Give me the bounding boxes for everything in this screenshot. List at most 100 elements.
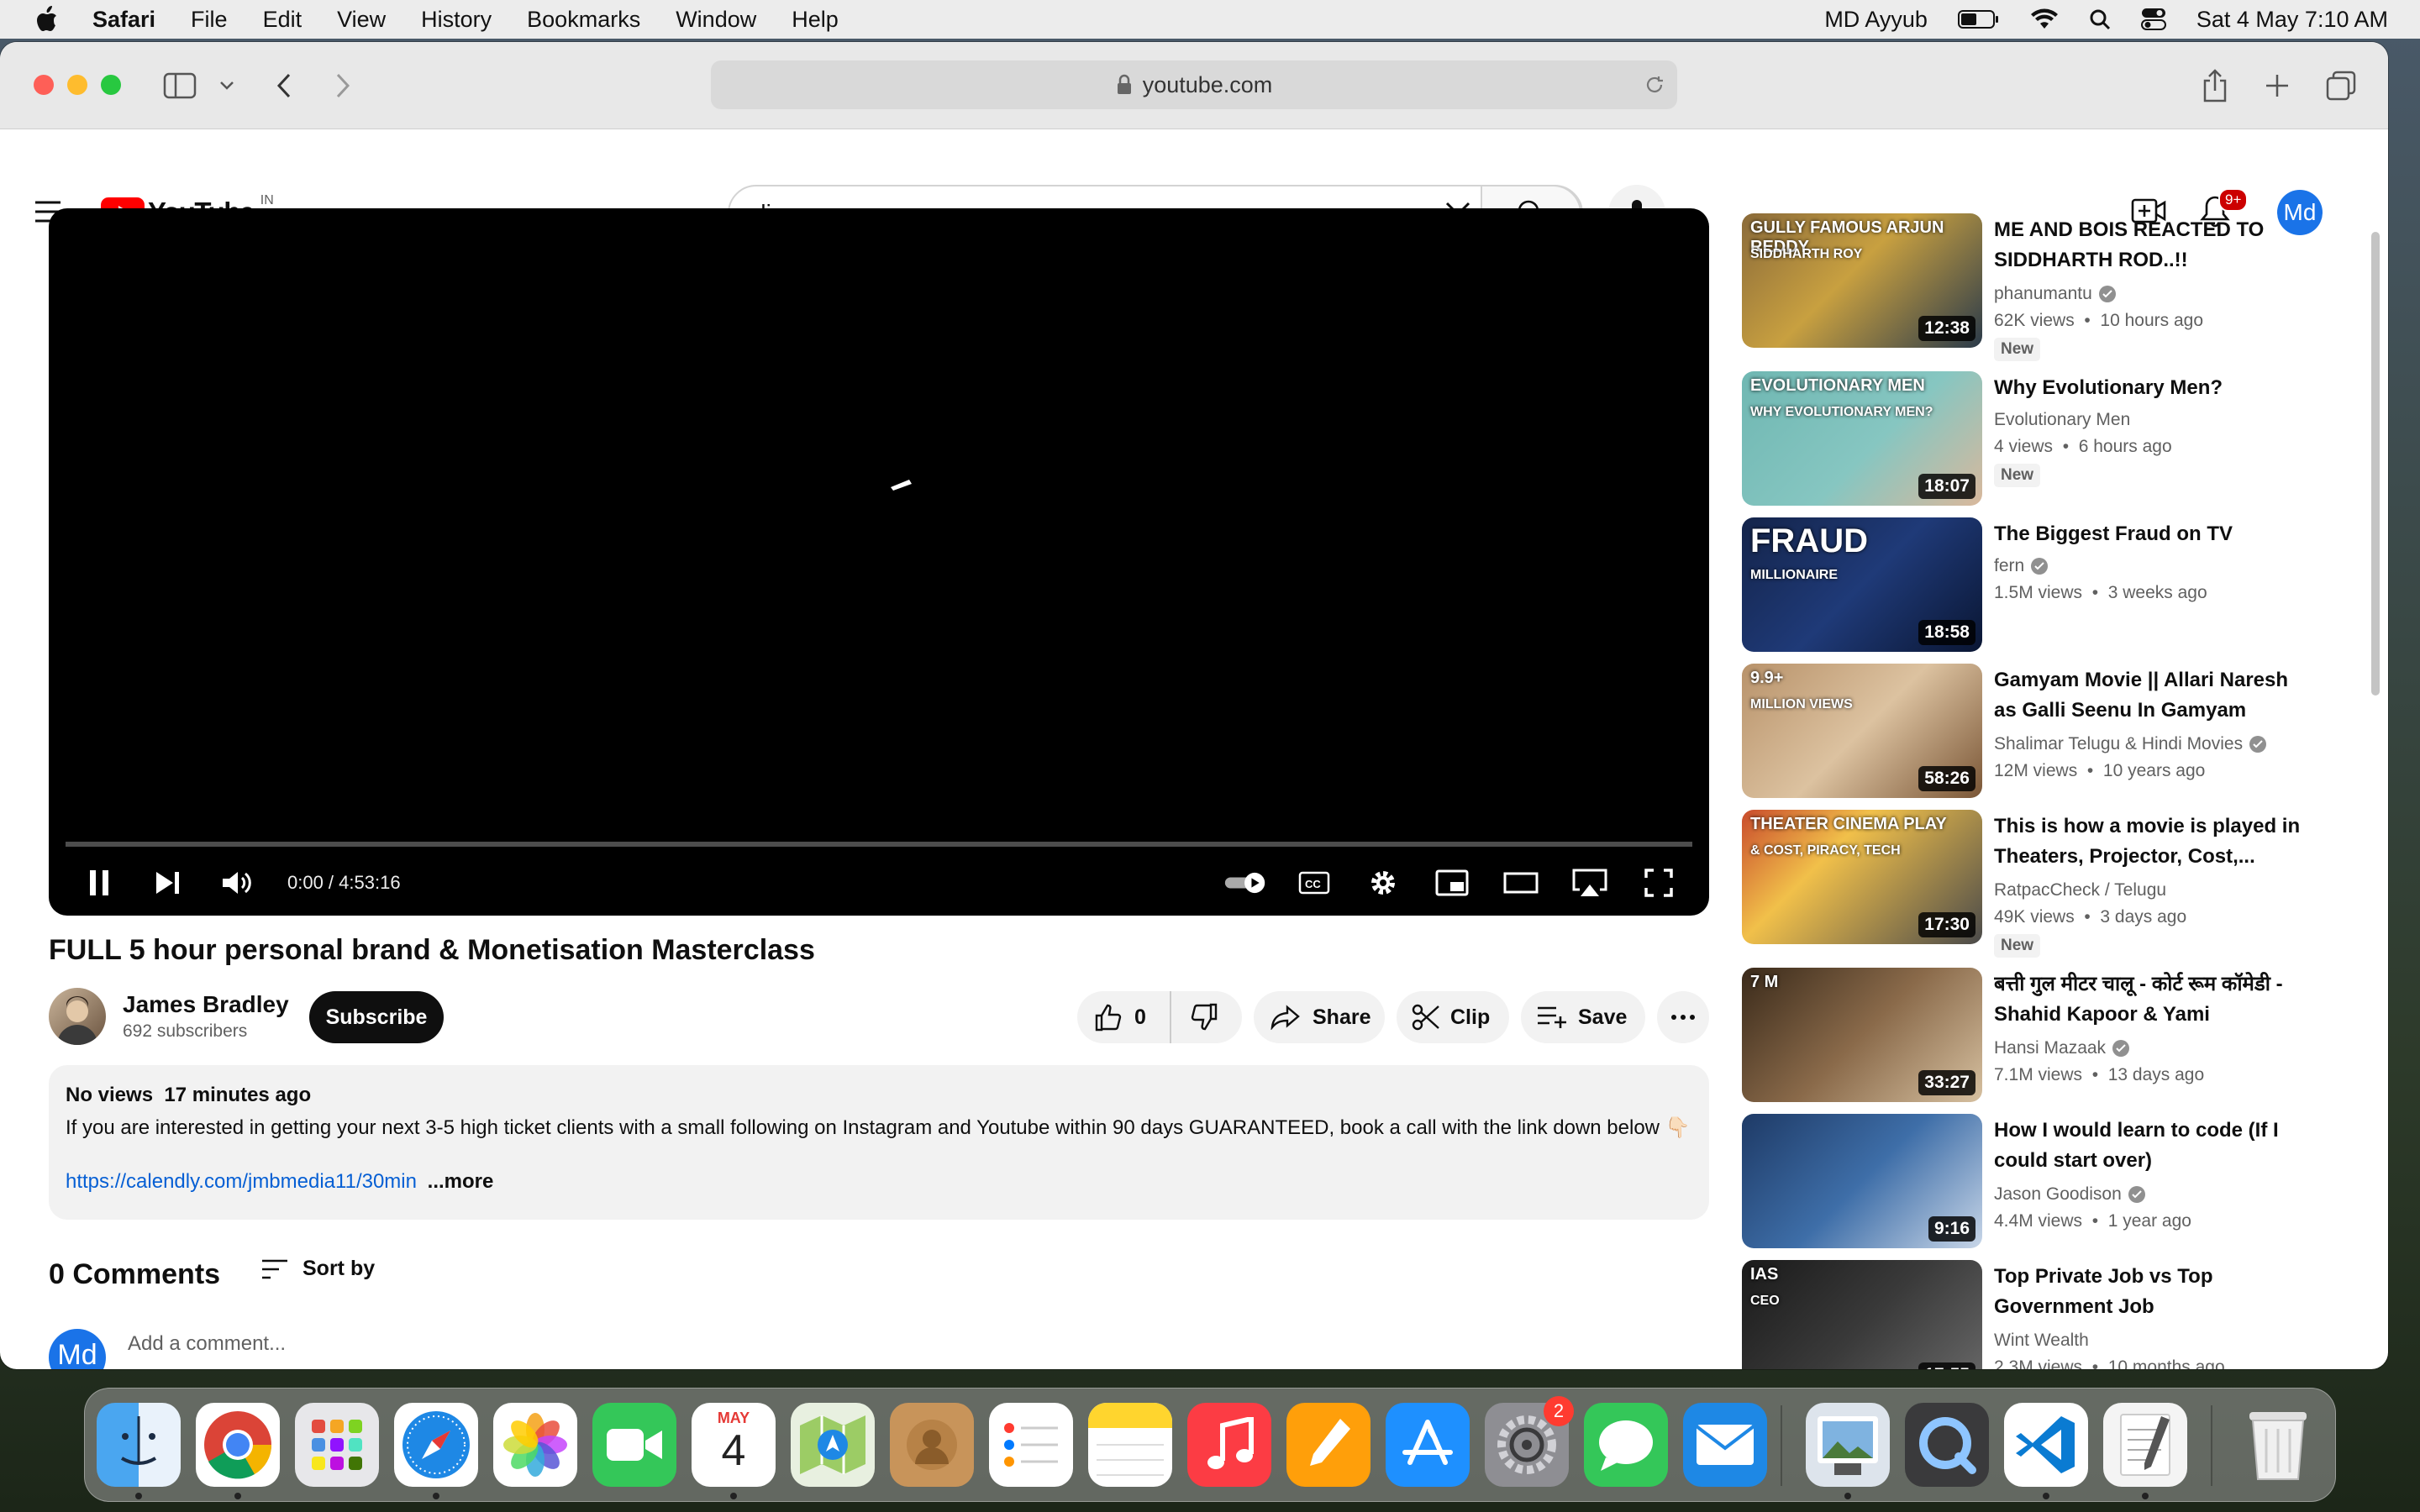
recommendation-item[interactable]: 9:16 How I would learn to code (If I coul… [1742, 1114, 2313, 1252]
captions-button[interactable]: CC [1292, 861, 1336, 905]
recommendation-channel[interactable]: Jason Goodison [1994, 1184, 2145, 1205]
reload-icon[interactable] [1644, 74, 1665, 96]
chrome-icon[interactable] [196, 1403, 280, 1487]
system-settings-icon[interactable]: 2 [1485, 1396, 1574, 1487]
preview-icon[interactable] [1806, 1403, 1890, 1487]
video-thumbnail[interactable]: IAS CEO 17:55 [1742, 1260, 1982, 1369]
menu-view[interactable]: View [337, 7, 386, 33]
menu-history[interactable]: History [421, 7, 492, 33]
maps-icon[interactable] [791, 1403, 875, 1487]
spotlight-search-icon[interactable] [2089, 8, 2111, 30]
settings-button[interactable] [1361, 861, 1405, 905]
address-bar[interactable]: youtube.com [711, 60, 1677, 109]
recommendation-title[interactable]: Top Private Job vs Top Government Job [1994, 1262, 2305, 1322]
subscribe-button[interactable]: Subscribe [309, 991, 444, 1043]
menu-clock[interactable]: Sat 4 May 7:10 AM [2196, 7, 2388, 33]
share-button[interactable]: Share [1254, 991, 1385, 1043]
safari-icon[interactable] [394, 1403, 478, 1487]
minimize-window-button[interactable] [67, 75, 87, 95]
recommendation-title[interactable]: This is how a movie is played in Theater… [1994, 811, 2305, 872]
volume-button[interactable] [215, 861, 259, 905]
video-thumbnail[interactable]: THEATER CINEMA PLAY & COST, PIRACY, TECH 1… [1742, 810, 1982, 944]
add-comment-input[interactable]: Add a comment... [128, 1332, 286, 1356]
recommendation-channel[interactable]: Shalimar Telugu & Hindi Movies [1994, 734, 2267, 754]
pages-icon[interactable] [1286, 1403, 1370, 1487]
description-link[interactable]: https://calendly.com/jmbmedia11/30min [66, 1170, 417, 1193]
theater-mode-button[interactable] [1499, 861, 1543, 905]
quicktime-icon[interactable] [1905, 1403, 1989, 1487]
new-tab-icon[interactable] [2259, 67, 2296, 104]
autoplay-toggle[interactable] [1223, 861, 1267, 905]
back-arrow-icon[interactable] [266, 67, 302, 104]
recommendation-title[interactable]: Why Evolutionary Men? [1994, 373, 2305, 403]
video-thumbnail[interactable]: GULLY FAMOUS ARJUN REDDY SIDDHARTH ROY 12:… [1742, 213, 1982, 348]
contacts-icon[interactable] [890, 1403, 974, 1487]
recommendation-title[interactable]: The Biggest Fraud on TV [1994, 519, 2305, 549]
save-button[interactable]: Save [1521, 991, 1645, 1043]
recommendation-title[interactable]: Gamyam Movie || Allari Naresh as Galli S… [1994, 665, 2305, 726]
finder-icon[interactable] [97, 1403, 181, 1487]
dislike-button[interactable] [1171, 1003, 1218, 1032]
recommendation-item[interactable]: 9.9+ MILLION VIEWS 58:26 Gamyam Movie || Al… [1742, 664, 2313, 801]
control-center-icon[interactable] [2140, 8, 2166, 31]
fullscreen-button[interactable] [1637, 861, 1681, 905]
recommendation-channel[interactable]: fern [1994, 556, 2049, 576]
reminders-icon[interactable] [989, 1403, 1073, 1487]
recommendation-item[interactable]: FRAUD MILLIONAIRE 18:58 The Biggest Fraud o… [1742, 517, 2313, 655]
clip-button[interactable]: Clip [1397, 991, 1509, 1043]
mail-icon[interactable] [1683, 1403, 1767, 1487]
menu-bookmarks[interactable]: Bookmarks [527, 7, 640, 33]
share-icon[interactable] [2196, 67, 2233, 104]
menu-user-name[interactable]: MD Ayyub [1824, 7, 1928, 33]
channel-name[interactable]: James Bradley [123, 991, 289, 1018]
like-button[interactable]: 0 [1077, 991, 1171, 1043]
pause-button[interactable] [77, 861, 121, 905]
close-window-button[interactable] [34, 75, 54, 95]
recommendation-item[interactable]: 7 M 33:27 बत्ती गुल मीटर चालू - कोर्ट रूम … [1742, 968, 2313, 1105]
miniplayer-button[interactable] [1430, 861, 1474, 905]
recommendation-title[interactable]: बत्ती गुल मीटर चालू - कोर्ट रूम कॉमेडी -… [1994, 969, 2305, 1030]
forward-arrow-icon[interactable] [324, 67, 361, 104]
recommendation-title[interactable]: ME AND BOIS REACTED TO SIDDHARTH ROD..!! [1994, 215, 2305, 276]
vscode-icon[interactable] [2004, 1403, 2088, 1487]
battery-icon[interactable] [1957, 9, 2000, 29]
recommendation-channel[interactable]: Wint Wealth [1994, 1331, 2089, 1351]
show-more-link[interactable]: ...more [428, 1170, 494, 1193]
video-thumbnail[interactable]: FRAUD MILLIONAIRE 18:58 [1742, 517, 1982, 652]
facetime-icon[interactable] [592, 1403, 676, 1487]
photos-icon[interactable] [493, 1403, 577, 1487]
video-player[interactable]: 0:00 / 4:53:16 CC [49, 208, 1709, 916]
recommendation-channel[interactable]: Hansi Mazaak [1994, 1038, 2130, 1058]
app-store-icon[interactable] [1386, 1403, 1470, 1487]
recommendation-item[interactable]: EVOLUTIONARY MEN WHY EVOLUTIONARY MEN? 18:… [1742, 371, 2313, 509]
video-thumbnail[interactable]: 9.9+ MILLION VIEWS 58:26 [1742, 664, 1982, 798]
recommendation-item[interactable]: GULLY FAMOUS ARJUN REDDY SIDDHARTH ROY 12:… [1742, 213, 2313, 361]
sort-comments-button[interactable]: Sort by [260, 1257, 375, 1281]
menu-help[interactable]: Help [792, 7, 839, 33]
description-box[interactable]: No views 17 minutes ago If you are inter… [49, 1065, 1709, 1220]
menu-app-name[interactable]: Safari [92, 7, 155, 33]
notes-icon[interactable] [1088, 1403, 1172, 1487]
launchpad-icon[interactable] [295, 1403, 379, 1487]
video-thumbnail[interactable]: 7 M 33:27 [1742, 968, 1982, 1102]
trash-icon[interactable] [2236, 1403, 2320, 1487]
textedit-icon[interactable] [2103, 1403, 2187, 1487]
progress-bar[interactable] [66, 842, 1692, 847]
more-actions-button[interactable] [1657, 991, 1709, 1043]
recommendation-item[interactable]: THEATER CINEMA PLAY & COST, PIRACY, TECH 1… [1742, 810, 2313, 958]
wifi-icon[interactable] [2030, 8, 2059, 30]
calendar-icon[interactable]: MAY 4 [692, 1403, 776, 1487]
channel-avatar[interactable] [49, 988, 106, 1045]
chevron-down-icon[interactable] [208, 67, 245, 104]
sidebar-toggle-icon[interactable] [161, 67, 198, 104]
messages-icon[interactable] [1584, 1403, 1668, 1487]
menu-edit[interactable]: Edit [263, 7, 302, 33]
next-video-button[interactable] [146, 861, 190, 905]
recommendation-item[interactable]: IAS CEO 17:55 Top Private Job vs Top Govern… [1742, 1260, 2313, 1369]
recommendation-channel[interactable]: Evolutionary Men [1994, 410, 2130, 430]
recommendation-channel[interactable]: phanumantu [1994, 284, 2116, 304]
recommendation-channel[interactable]: RatpacCheck / Telugu [1994, 880, 2166, 900]
page-scrollbar[interactable] [2371, 232, 2380, 696]
menu-file[interactable]: File [191, 7, 228, 33]
airplay-button[interactable] [1568, 861, 1612, 905]
